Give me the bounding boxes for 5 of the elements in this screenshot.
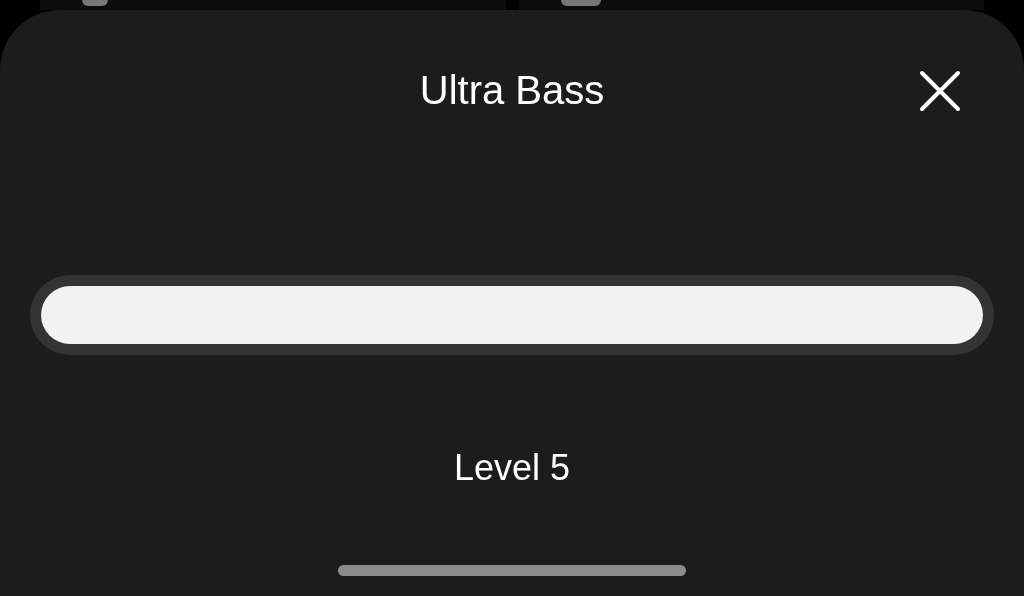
partial-icon <box>82 0 108 6</box>
partial-icon <box>560 0 601 6</box>
close-icon <box>918 69 962 113</box>
level-reading: Level 5 <box>453 446 571 490</box>
sheet-title: Ultra Bass <box>419 67 605 114</box>
